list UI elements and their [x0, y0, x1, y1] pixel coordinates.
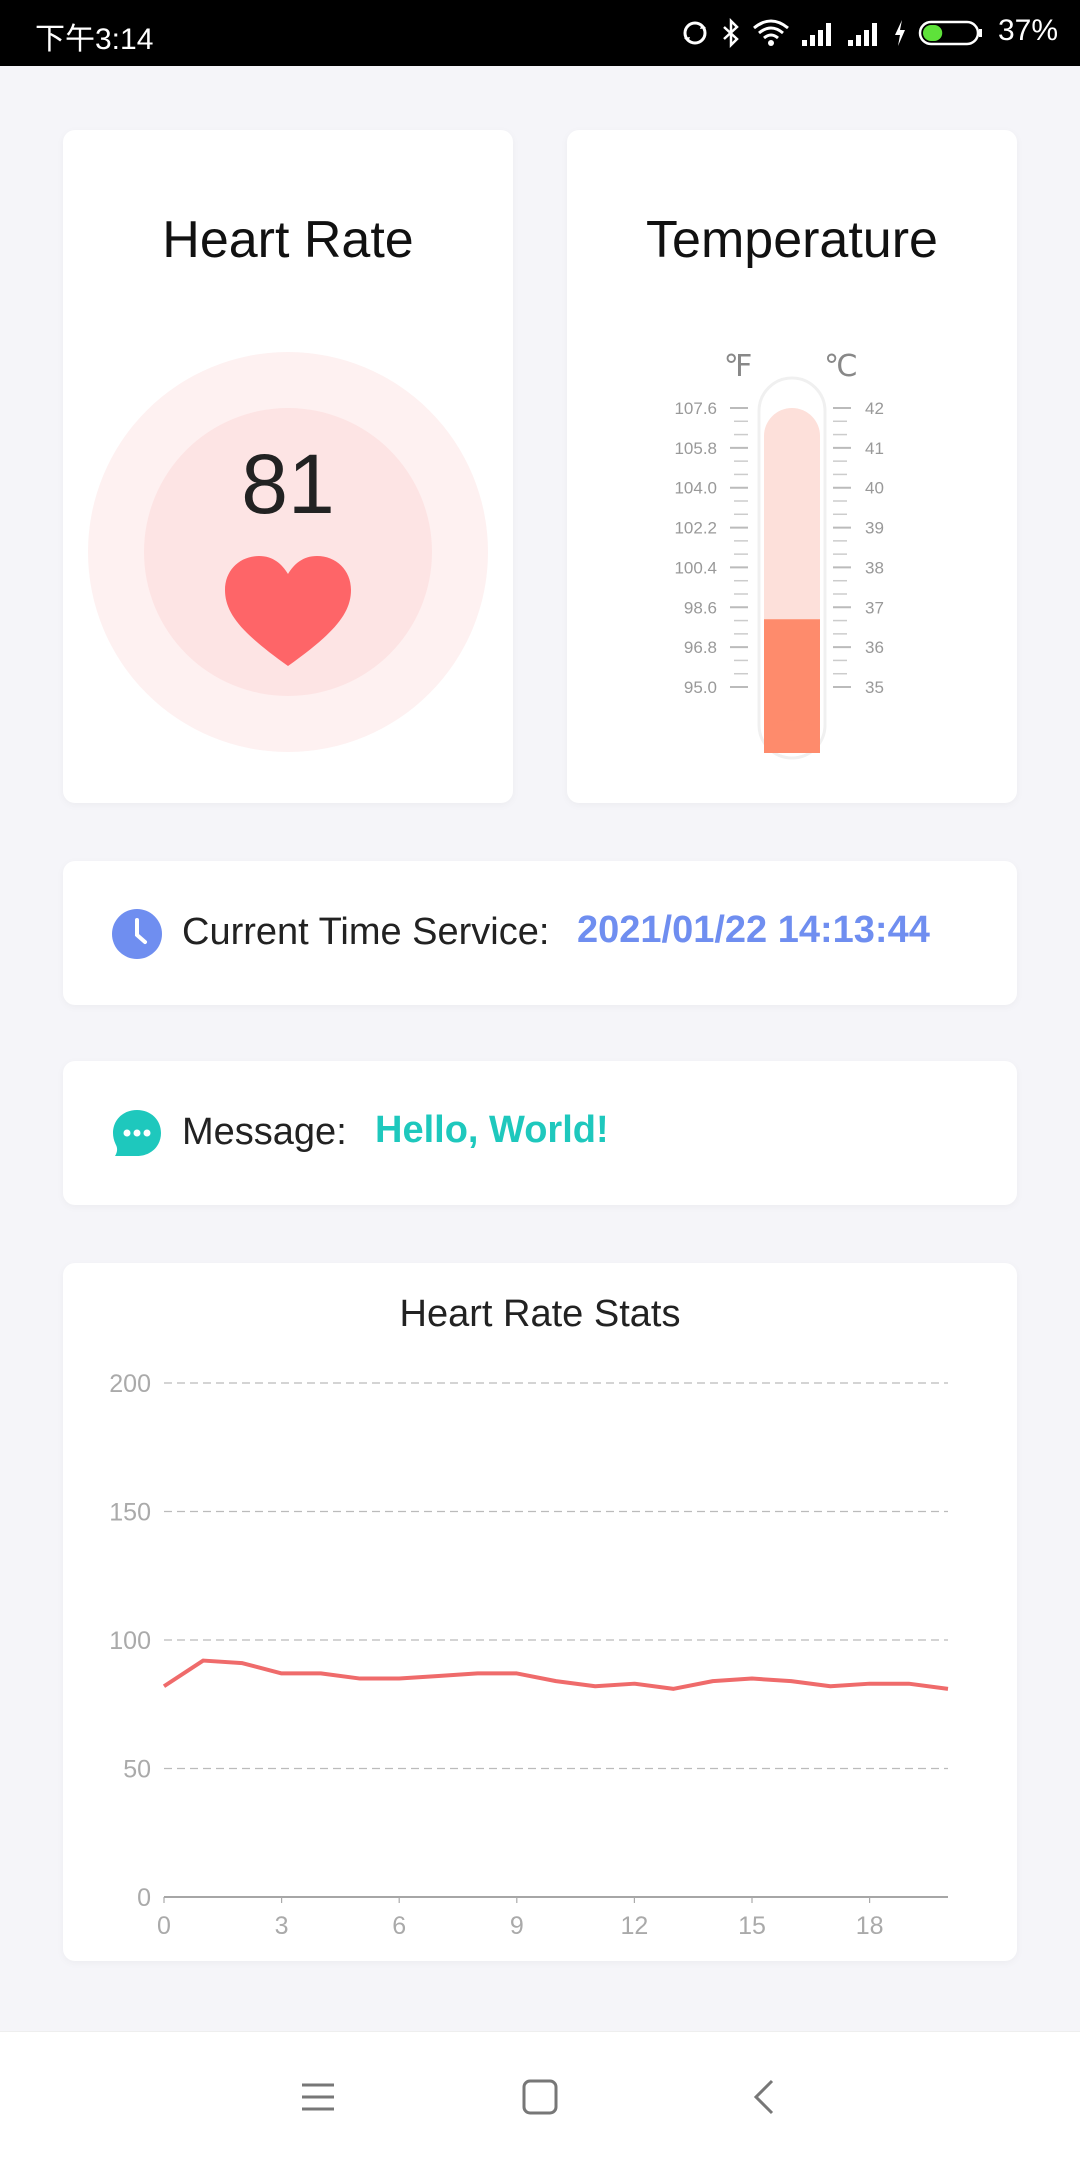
heart-rate-stats-card[interactable]: Heart Rate Stats 0501001502000369121518: [63, 1263, 1017, 1961]
home-square-icon[interactable]: [518, 2075, 562, 2119]
x-tick-label: 12: [620, 1912, 648, 1940]
y-tick-label: 100: [109, 1627, 151, 1655]
battery-icon: [918, 18, 984, 48]
back-chevron-icon[interactable]: [744, 2075, 788, 2119]
battery-level: [923, 25, 942, 41]
fahrenheit-tick-label: 104.0: [674, 479, 717, 498]
celsius-tick-label: 35: [865, 678, 884, 697]
thermometer-bulb: [764, 720, 820, 753]
time-service-label: Current Time Service:: [182, 911, 549, 954]
x-tick-label: 3: [275, 1912, 289, 1940]
navigation-bar: [0, 2031, 1080, 2161]
message-value: Hello, World!: [375, 1109, 609, 1152]
message-label: Message:: [182, 1111, 347, 1154]
thermometer: ℉ ℃ 107.6 42 105.8 41 104.0 40 102.2 39 100.4 38 9…: [567, 130, 1017, 803]
fahrenheit-unit: ℉: [724, 350, 753, 383]
charging-icon: [892, 18, 908, 48]
time-service-card[interactable]: Current Time Service: 2021/01/22 14:13:4…: [63, 861, 1017, 1005]
status-icons: [680, 14, 984, 52]
fahrenheit-tick-label: 105.8: [674, 439, 717, 458]
signal-icon: [800, 18, 836, 48]
fahrenheit-tick-label: 98.6: [684, 598, 717, 617]
celsius-tick-label: 40: [865, 479, 884, 498]
sync-icon: [680, 18, 710, 48]
signal-icon: [846, 18, 882, 48]
chat-bubble-icon: [112, 1109, 162, 1159]
celsius-tick-label: 36: [865, 638, 884, 657]
celsius-tick-label: 38: [865, 558, 884, 577]
fahrenheit-tick-label: 102.2: [674, 519, 717, 538]
message-card[interactable]: Message: Hello, World!: [63, 1061, 1017, 1205]
x-tick-label: 15: [738, 1912, 766, 1940]
status-bar: 下午3:14: [0, 0, 1080, 66]
heart-rate-series-line: [164, 1661, 948, 1689]
x-tick-label: 9: [510, 1912, 524, 1940]
y-tick-label: 200: [109, 1370, 151, 1398]
fahrenheit-tick-label: 107.6: [674, 399, 717, 418]
menu-icon[interactable]: [296, 2075, 340, 2119]
heart-rate-title: Heart Rate: [63, 210, 513, 270]
clock-icon: [112, 909, 162, 959]
heart-rate-chart: 0 50 100 150 200 0 3 6 9 12 15 18: [63, 1263, 1017, 1961]
heart-rate-card[interactable]: Heart Rate 81: [63, 130, 513, 803]
fahrenheit-tick-label: 95.0: [684, 678, 717, 697]
y-tick-label: 150: [109, 1499, 151, 1527]
bluetooth-icon: [720, 18, 742, 48]
time-service-value: 2021/01/22 14:13:44: [577, 909, 930, 952]
fahrenheit-tick-label: 96.8: [684, 638, 717, 657]
celsius-tick-label: 39: [865, 519, 884, 538]
y-tick-label: 0: [137, 1884, 151, 1912]
celsius-tick-label: 37: [865, 598, 884, 617]
x-tick-label: 0: [157, 1912, 171, 1940]
x-tick-label: 6: [392, 1912, 406, 1940]
temperature-card[interactable]: Temperature ℉ ℃ 107.642105.841104.040102…: [567, 130, 1017, 803]
celsius-unit: ℃: [824, 350, 858, 383]
fahrenheit-tick-label: 100.4: [674, 558, 717, 577]
heart-icon: [223, 554, 353, 674]
status-time: 下午3:14: [35, 14, 153, 58]
battery-percent: 37%: [998, 14, 1058, 48]
celsius-tick-label: 42: [865, 399, 884, 418]
heart-rate-value: 81: [63, 436, 513, 533]
celsius-tick-label: 41: [865, 439, 884, 458]
wifi-icon: [752, 18, 790, 48]
x-tick-label: 18: [856, 1912, 884, 1940]
y-tick-label: 50: [123, 1756, 151, 1784]
